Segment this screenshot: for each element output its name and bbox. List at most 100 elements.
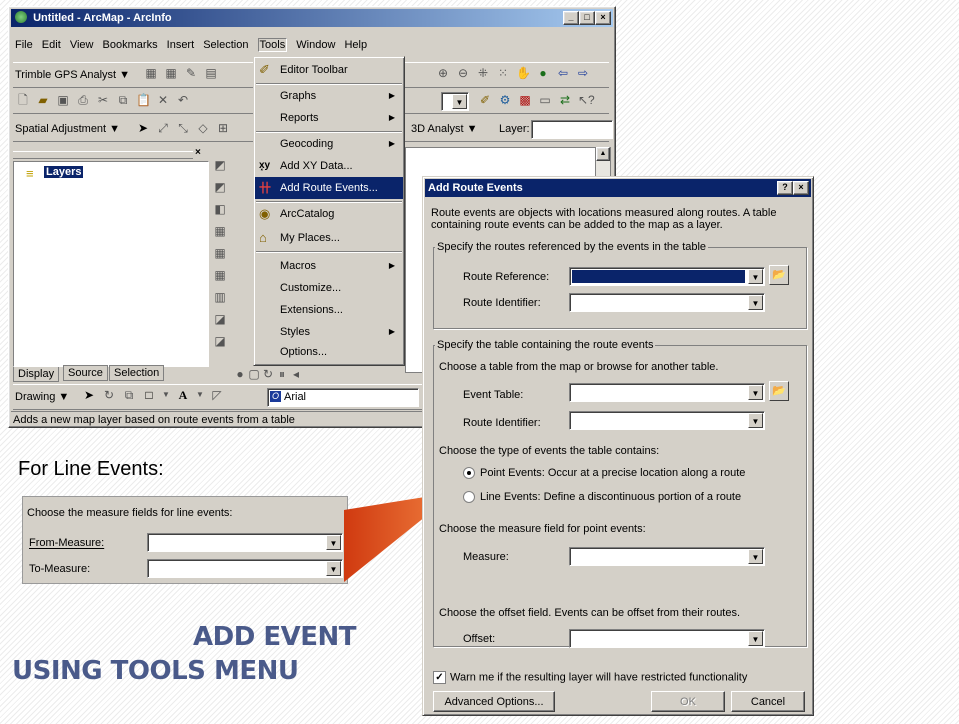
menu-item-arccatalog[interactable]: ◉ ArcCatalog	[255, 203, 403, 225]
menu-item-editor-toolbar[interactable]: ✐ Editor Toolbar	[255, 59, 403, 81]
font-combo[interactable]: O Arial	[267, 388, 419, 407]
from-measure-combo[interactable]: ▼	[147, 533, 343, 552]
tool-icon[interactable]: ▥	[213, 290, 227, 304]
chevron-down-icon[interactable]: ▼	[162, 388, 170, 402]
tool-icon[interactable]: ▦	[213, 224, 227, 238]
drawing-dropdown[interactable]: Drawing ▼	[15, 391, 69, 403]
cancel-button[interactable]: Cancel	[731, 691, 805, 712]
rotate-icon[interactable]: ↻	[102, 388, 116, 402]
menu-selection[interactable]: Selection	[203, 39, 248, 51]
paste-icon[interactable]: 📋	[136, 93, 151, 107]
link2-icon[interactable]: ⤡	[176, 121, 190, 135]
callout-icon[interactable]: ◸	[210, 388, 224, 402]
scroll-left-icon[interactable]: ◂	[290, 367, 302, 381]
tool-icon[interactable]: ▦	[213, 268, 227, 282]
route-identifier2-combo[interactable]: ▼	[569, 411, 765, 430]
point-events-radio[interactable]: Point Events: Occur at a precise locatio…	[463, 467, 745, 480]
print-icon[interactable]: ⎙	[76, 93, 90, 107]
delete-icon[interactable]: ✕	[156, 93, 170, 107]
menu-item-geocoding[interactable]: Geocoding ▶	[255, 133, 403, 155]
3d-analyst-dropdown[interactable]: 3D Analyst ▼	[411, 123, 478, 135]
menu-bookmarks[interactable]: Bookmarks	[103, 39, 158, 51]
fixed-zoom-out-icon[interactable]: ⁙	[496, 66, 510, 80]
open-icon[interactable]: ▰	[36, 93, 50, 107]
menu-item-graphs[interactable]: Graphs ▶	[255, 85, 403, 107]
menu-item-add-route-events[interactable]: 卄 Add Route Events...	[255, 177, 403, 199]
menu-insert[interactable]: Insert	[167, 39, 195, 51]
menu-item-extensions[interactable]: Extensions...	[255, 299, 403, 321]
warn-checkbox[interactable]: ✓ Warn me if the resulting layer will hav…	[433, 671, 747, 684]
gps2-icon[interactable]: ▦	[164, 66, 178, 80]
scale-combo[interactable]: ▼	[441, 92, 469, 111]
toc-layers-label[interactable]: Layers	[44, 166, 84, 178]
text-icon[interactable]: A	[176, 388, 190, 402]
undo-icon[interactable]: ↶	[176, 93, 190, 107]
tool-icon[interactable]: ◧	[213, 202, 227, 216]
menu-edit[interactable]: Edit	[42, 39, 61, 51]
offset-combo[interactable]: ▼	[569, 629, 765, 648]
forward-icon[interactable]: ⇨	[576, 66, 590, 80]
event-table-combo[interactable]: ▼	[569, 383, 765, 402]
arctoolbox-icon[interactable]: ⚙	[498, 93, 512, 107]
menu-item-reports[interactable]: Reports ▶	[255, 107, 403, 129]
globe-view-icon[interactable]: ●	[234, 367, 246, 381]
layout-view-icon[interactable]: ▢	[248, 367, 260, 381]
zoom-out-icon[interactable]: ⊖	[456, 66, 470, 80]
grid-icon[interactable]: ⊞	[216, 121, 230, 135]
tool-icon[interactable]: ◩	[213, 180, 227, 194]
to-measure-combo[interactable]: ▼	[147, 559, 343, 578]
spatial-adjustment-dropdown[interactable]: Spatial Adjustment ▼	[15, 123, 120, 135]
select-elements-icon[interactable]: ➤	[82, 388, 96, 402]
copy-icon[interactable]: ⧉	[116, 93, 130, 107]
menu-item-add-xy-data[interactable]: x͓y Add XY Data...	[255, 155, 403, 177]
maximize-button[interactable]: □	[579, 11, 595, 25]
tab-display[interactable]: Display	[13, 367, 60, 382]
chevron-down-icon[interactable]: ▼	[196, 388, 204, 402]
toc-close-icon[interactable]: ×	[195, 147, 201, 158]
menu-item-my-places[interactable]: ⌂ My Places...	[255, 227, 403, 249]
tab-selection[interactable]: Selection	[109, 365, 165, 381]
tool-icon[interactable]: ◪	[213, 334, 227, 348]
new-icon[interactable]: 🗋	[16, 93, 30, 107]
select-arrow-icon[interactable]: ➤	[136, 121, 150, 135]
menu-help[interactable]: Help	[344, 39, 367, 51]
cut-icon[interactable]: ✂	[96, 93, 110, 107]
diamond-icon[interactable]: ◇	[196, 121, 210, 135]
route-identifier-combo[interactable]: ▼	[569, 293, 765, 312]
menu-item-options[interactable]: Options...	[255, 341, 403, 363]
model-icon[interactable]: ⇄	[558, 93, 572, 107]
measure-combo[interactable]: ▼	[569, 547, 765, 566]
tool-icon[interactable]: ▦	[213, 246, 227, 260]
advanced-options-button[interactable]: Advanced Options...	[433, 691, 555, 712]
save-icon[interactable]: ▣	[56, 93, 70, 107]
menu-view[interactable]: View	[70, 39, 94, 51]
pause-icon[interactable]: ⏸	[276, 367, 288, 381]
editor-icon[interactable]: ✐	[478, 93, 492, 107]
full-extent-icon[interactable]: ●	[536, 66, 550, 80]
menu-file[interactable]: File	[15, 39, 33, 51]
gps-icon[interactable]: ▦	[144, 66, 158, 80]
route-reference-browse-button[interactable]: 📂	[769, 265, 789, 285]
whats-this-icon[interactable]: ↖?	[578, 93, 595, 107]
rectangle-icon[interactable]: □	[142, 388, 156, 402]
layer-combo[interactable]	[531, 120, 613, 139]
scroll-up-icon[interactable]: ▲	[596, 147, 610, 161]
help-button[interactable]: ?	[777, 181, 793, 195]
tab-source[interactable]: Source	[63, 365, 108, 381]
catalog-icon[interactable]: ▩	[518, 93, 532, 107]
line-events-radio[interactable]: Line Events: Define a discontinuous port…	[463, 491, 741, 504]
dialog-close-button[interactable]: ×	[793, 181, 809, 195]
event-table-browse-button[interactable]: 📂	[769, 381, 789, 401]
minimize-button[interactable]: _	[563, 11, 579, 25]
link-icon[interactable]: ⤢	[156, 121, 170, 135]
gps-toolbar-dropdown[interactable]: Trimble GPS Analyst ▼	[15, 69, 130, 81]
table-icon[interactable]: ▤	[204, 66, 218, 80]
pencil-icon[interactable]: ✎	[184, 66, 198, 80]
route-reference-combo[interactable]: ▼	[569, 267, 765, 286]
window-icon[interactable]: ▭	[538, 93, 552, 107]
menu-item-styles[interactable]: Styles ▶	[255, 321, 403, 343]
zoom-page-icon[interactable]: ⧉	[122, 388, 136, 402]
menu-tools[interactable]: Tools	[257, 38, 288, 52]
tool-icon[interactable]: ◩	[213, 158, 227, 172]
fixed-zoom-in-icon[interactable]: ⁜	[476, 66, 490, 80]
